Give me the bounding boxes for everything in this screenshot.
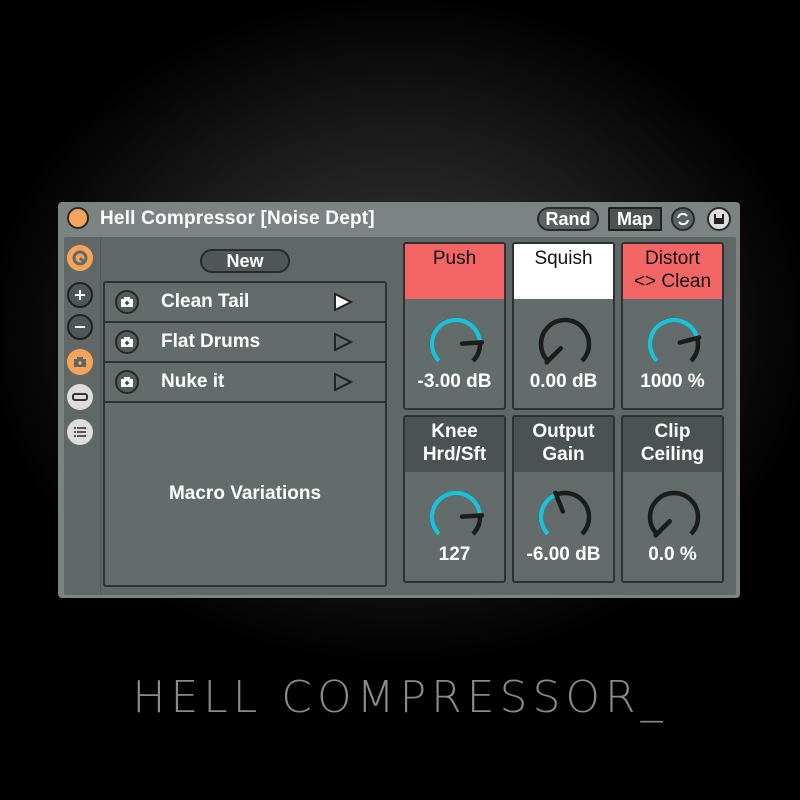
new-variation-button[interactable]: New [200,249,290,273]
rand-button[interactable]: Rand [537,207,599,231]
knob-needle [544,345,564,365]
knob-value-arc [429,317,483,363]
macro-value: -6.00 dB [526,544,601,565]
knob-track [647,490,701,536]
knob-value-arc [538,492,558,536]
macro-value: 1000 % [640,371,705,392]
power-icon[interactable] [67,207,89,229]
snapshot-icon[interactable] [115,330,139,354]
macro-knob[interactable] [535,487,595,547]
macro-value: 127 [438,544,471,565]
title-bar: Hell Compressor [Noise Dept] Rand Map [58,202,740,236]
macro-panel: Output Gain -6.00 dB [512,415,615,583]
macro-value: 0.0 % [648,544,697,565]
play-icon[interactable] [333,332,354,356]
knob-value-arc [429,490,483,536]
divider [100,237,101,595]
plus-icon[interactable] [67,282,93,308]
device-rack: Hell Compressor [Noise Dept] Rand Map Ne… [58,202,740,598]
variations-list: Clean Tail Flat Drums Nuke it Macro Variat… [103,281,387,587]
variation-row[interactable]: Flat Drums [105,323,385,363]
macro-panel: Squish 0.00 dB [512,242,615,410]
macro-value: 0.00 dB [529,371,598,392]
macro-panel: Clip Ceiling 0.0 % [621,415,724,583]
variation-label: Nuke it [161,371,225,392]
brand-title: HELL COMPRESSOR_ [132,672,668,723]
macro-dial-icon[interactable] [67,245,93,271]
macro-label: Output Gain [514,417,613,472]
map-button[interactable]: Map [608,207,662,231]
variation-row[interactable]: Nuke it [105,363,385,403]
macro-knob[interactable] [644,314,704,374]
snapshot-icon[interactable] [115,290,139,314]
macro-label: Clip Ceiling [623,417,722,472]
play-icon[interactable] [333,292,354,316]
knob-needle [459,340,485,346]
macro-value: -3.00 dB [417,371,492,392]
save-icon[interactable] [707,207,731,231]
macro-panel: Distort <> Clean 1000 % [621,242,724,410]
device-body: New Clean Tail Flat Drums Nuke it Macro Va… [64,237,736,595]
device-title: Hell Compressor [Noise Dept] [100,208,375,229]
snapshot-icon[interactable] [67,349,93,375]
macro-knob[interactable] [426,314,486,374]
macro-label: Squish [514,244,613,299]
macro-knob[interactable] [644,487,704,547]
knob-needle [653,518,673,538]
sync-icon[interactable] [671,207,695,231]
play-icon[interactable] [333,372,354,396]
variation-row[interactable]: Clean Tail [105,283,385,323]
macro-label: Distort <> Clean [623,244,722,299]
minus-icon[interactable] [67,314,93,340]
macro-knob[interactable] [426,487,486,547]
variation-label: Clean Tail [161,291,250,312]
knob-track [538,317,592,363]
collapse-icon[interactable] [67,384,93,410]
knob-needle [459,513,485,519]
list-icon[interactable] [67,419,93,445]
macro-variations-label: Macro Variations [168,483,322,504]
macro-label: Knee Hrd/Sft [405,417,504,472]
macro-panel: Push -3.00 dB [403,242,506,410]
variation-label: Flat Drums [161,331,261,352]
macro-knob[interactable] [535,314,595,374]
snapshot-icon[interactable] [115,370,139,394]
macro-sidebar [64,237,98,595]
macro-panel: Knee Hrd/Sft 127 [403,415,506,583]
macro-label: Push [405,244,504,299]
